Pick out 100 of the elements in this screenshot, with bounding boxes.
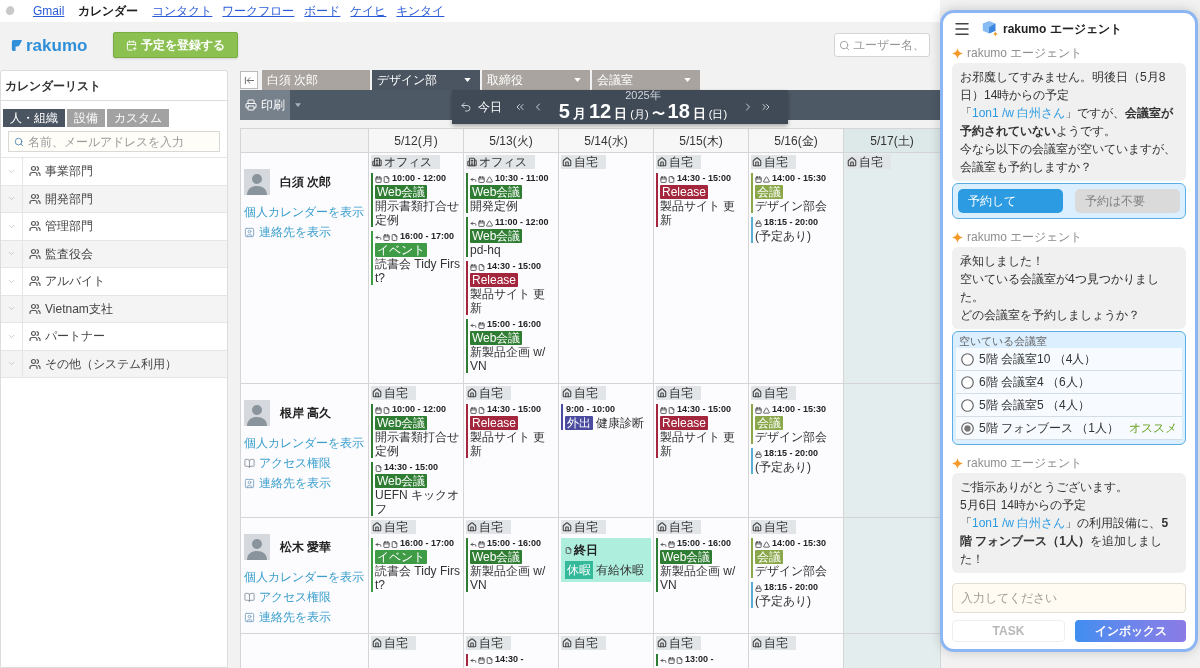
location-label: 自宅 bbox=[859, 156, 883, 168]
category-tag: Web会議 bbox=[470, 550, 523, 564]
event-title: 開発定例 bbox=[470, 199, 518, 213]
event-title: 製品サイト 更新 bbox=[660, 430, 737, 458]
sidebar-tab[interactable]: 人・組織 bbox=[3, 109, 65, 127]
nav-link[interactable]: ワークフロー bbox=[222, 2, 295, 20]
sparkle-icon bbox=[952, 457, 963, 469]
category-tag: 会議 bbox=[755, 416, 783, 430]
room-option[interactable]: 5階 会議室5 （4人） bbox=[956, 394, 1182, 417]
message-input[interactable]: 入力してください bbox=[952, 583, 1186, 613]
location-label: 自宅 bbox=[669, 387, 693, 399]
event-title: 製品サイト 更新 bbox=[660, 199, 737, 227]
caret-icon bbox=[295, 103, 301, 107]
double-chevron-left-icon[interactable] bbox=[514, 101, 526, 113]
nav-link[interactable]: キンタイ bbox=[396, 2, 445, 20]
event-title: pd-hq bbox=[470, 243, 501, 257]
message-text: どの会議室を予約しましょうか？ bbox=[960, 307, 1141, 324]
radio-icon[interactable] bbox=[961, 421, 974, 435]
house-icon bbox=[562, 522, 572, 532]
category-tag: Release bbox=[660, 416, 709, 430]
day-header: 5/12(月) bbox=[369, 129, 464, 152]
person-name: 根岸 高久 bbox=[280, 405, 332, 422]
category-tag: 会議 bbox=[755, 550, 783, 564]
brand-name: rakumo bbox=[26, 36, 88, 54]
event-time: 終日 bbox=[574, 542, 598, 559]
house-icon bbox=[467, 388, 477, 398]
menu-icon[interactable] bbox=[953, 20, 971, 38]
location-label: 自宅 bbox=[574, 156, 598, 168]
location-label: 自宅 bbox=[384, 521, 408, 533]
group-item[interactable]: 事業部門 bbox=[1, 158, 227, 186]
group-item[interactable]: 開発部門 bbox=[1, 185, 227, 213]
event-title: 健康診断 bbox=[596, 416, 644, 430]
radio-icon[interactable] bbox=[961, 352, 974, 366]
group-item[interactable]: 管理部門 bbox=[1, 213, 227, 241]
search-icon bbox=[839, 39, 850, 51]
search-field[interactable]: ユーザー名、 bbox=[834, 33, 930, 57]
group-item[interactable]: Vietnam支社 bbox=[1, 295, 227, 323]
group-item[interactable]: パートナー bbox=[1, 323, 227, 351]
undo-icon bbox=[460, 101, 472, 113]
group-item[interactable]: アルバイト bbox=[1, 268, 227, 296]
radio-icon[interactable] bbox=[961, 375, 974, 389]
event-time: 16:00 - 17:00 bbox=[400, 230, 455, 244]
location-label: 自宅 bbox=[669, 637, 693, 649]
event-time: 18:15 - 20:00 bbox=[764, 581, 819, 595]
location-label: 自宅 bbox=[479, 637, 503, 649]
nav-link[interactable]: ケイヒ bbox=[350, 2, 387, 20]
location-label: オフィス bbox=[479, 156, 527, 168]
sender-name: rakumo エージェント bbox=[967, 229, 1083, 246]
category-tag: Web会議 bbox=[470, 331, 523, 345]
all-day-event[interactable]: 終日 休暇 有給休暇 bbox=[561, 538, 651, 582]
house-icon bbox=[372, 638, 382, 648]
house-icon bbox=[752, 388, 762, 398]
room-option[interactable]: 5階 会議室10 （4人） bbox=[956, 348, 1182, 371]
date-range: 5 月 12 日 (月) 〜18 日 (日) bbox=[558, 101, 728, 124]
person-name: 松木 愛華 bbox=[280, 539, 332, 556]
location-label: 自宅 bbox=[669, 156, 693, 168]
category-tag: Release bbox=[470, 273, 519, 287]
event-title: 新製品企画 w/ VN bbox=[660, 564, 737, 592]
people-icon bbox=[29, 330, 41, 343]
event-time: 14:00 - 15:30 bbox=[772, 403, 827, 417]
panel-tab[interactable]: インボックス bbox=[1075, 620, 1186, 642]
nav-link[interactable]: カレンダー bbox=[78, 2, 139, 20]
search-field[interactable]: 名前、メールアドレスを入力 bbox=[8, 131, 220, 152]
cube-logo-icon bbox=[981, 20, 999, 38]
app-logo-icon bbox=[5, 6, 15, 16]
house-icon bbox=[372, 388, 382, 398]
people-icon bbox=[29, 220, 41, 233]
event-time: 15:00 - 16:00 bbox=[677, 537, 732, 551]
sender-name: rakumo エージェント bbox=[967, 45, 1083, 62]
book-icon bbox=[244, 457, 255, 469]
group-item[interactable]: その他（システム利用） bbox=[1, 350, 227, 378]
message-text: ご指示ありがとうございます。 bbox=[960, 479, 1129, 496]
message-text: 今なら以下の会議室が空いていますが、会議室も予約しますか？ bbox=[960, 141, 1177, 176]
house-icon bbox=[562, 388, 572, 398]
category-tag: Release bbox=[470, 416, 519, 430]
calendar-tab[interactable]: デザイン部 bbox=[372, 70, 480, 90]
sender-name: rakumo エージェント bbox=[967, 455, 1083, 472]
nav-link[interactable]: Gmail bbox=[33, 2, 65, 20]
today-button[interactable]: 今日 bbox=[460, 98, 502, 116]
location-label: 自宅 bbox=[764, 156, 788, 168]
sparkle-icon bbox=[952, 231, 963, 243]
house-icon bbox=[657, 522, 667, 532]
room-option[interactable]: 5階 フォンブース （1人） オススメ bbox=[956, 417, 1182, 440]
person-silhouette-icon bbox=[244, 400, 270, 426]
collapse-sidebar-button[interactable] bbox=[240, 71, 258, 89]
event-time: 10:00 - 12:00 bbox=[392, 172, 447, 186]
event-time: 14:30 - 15:00 bbox=[384, 461, 439, 475]
person-silhouette-icon bbox=[244, 169, 270, 195]
sidebar-title: カレンダーリスト bbox=[5, 77, 101, 95]
double-chevron-right-icon[interactable] bbox=[760, 101, 772, 113]
location-label: 自宅 bbox=[574, 521, 598, 533]
building-icon bbox=[467, 157, 477, 167]
room-option[interactable]: 6階 会議室4 （6人） bbox=[956, 371, 1182, 394]
radio-icon[interactable] bbox=[961, 398, 974, 412]
nav-link[interactable]: コンタクト bbox=[152, 2, 213, 20]
event-title: 読書会 Tidy First? bbox=[375, 257, 461, 285]
nav-link[interactable]: ボード bbox=[304, 2, 341, 20]
event-title: 製品サイト 更新 bbox=[470, 430, 547, 458]
group-item[interactable]: 監査役会 bbox=[1, 240, 227, 268]
print-button[interactable]: 印刷 bbox=[240, 90, 290, 120]
